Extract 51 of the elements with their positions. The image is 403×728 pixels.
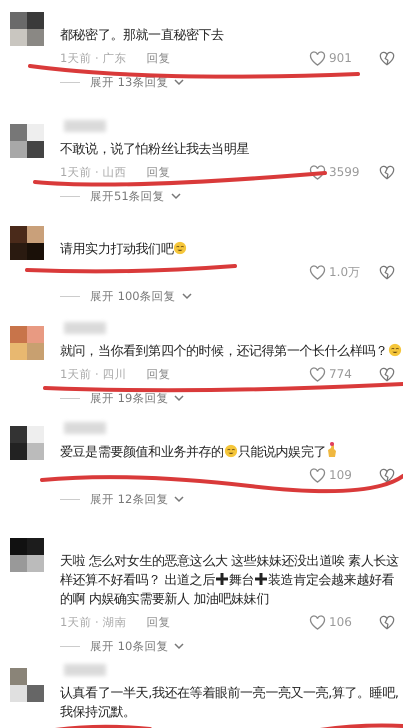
- expand-replies-link[interactable]: 展开 100条回复: [90, 289, 176, 304]
- expand-replies-link[interactable]: 展开51条回复: [90, 189, 165, 204]
- heart-icon[interactable]: [309, 164, 326, 180]
- heart-icon[interactable]: [309, 468, 326, 482]
- like-count: 901: [329, 51, 352, 65]
- emoji-icon: [388, 343, 402, 357]
- expand-replies-link[interactable]: 展开 13条回复: [90, 75, 168, 90]
- plus-icon: [214, 572, 229, 586]
- comment-text: 爱豆是需要颜值和业务并存的 只能说内娱完了: [60, 442, 403, 462]
- heart-icon[interactable]: [309, 366, 326, 382]
- comment-text: 都秘密了。那就一直秘密下去: [60, 27, 225, 45]
- heart-icon[interactable]: [309, 264, 326, 280]
- comment-meta: 1天前 · 四川: [60, 366, 126, 382]
- chevron-down-icon: [182, 293, 192, 300]
- like-count: 774: [329, 367, 352, 381]
- broken-heart-icon[interactable]: [379, 264, 395, 280]
- like-count: 106: [329, 615, 352, 629]
- expand-replies-link[interactable]: 展开 12条回复: [90, 492, 168, 507]
- chevron-down-icon: [174, 643, 184, 650]
- comment-text: 不敢说，说了怕粉丝让我去当明星: [60, 141, 250, 159]
- comment-meta: 1天前 · 广东: [60, 50, 126, 66]
- chevron-down-icon: [174, 79, 184, 86]
- plus-icon: [254, 572, 268, 586]
- comment-meta: 1天前 · 山西: [60, 164, 126, 180]
- comment-text: 天啦 怎么对女生的恶意这么大 这些妹妹还没出道唉 素人长这样还算不好看吗？ 出道之后 舞台 装造肯定会越来越好看的啊 内娱确实需要新人 加油吧妹妹们: [60, 553, 400, 609]
- hand-icon: [326, 442, 338, 458]
- like-count: 3599: [329, 165, 360, 179]
- like-count: 109: [329, 468, 352, 482]
- broken-heart-icon[interactable]: [379, 468, 395, 482]
- expand-replies-link[interactable]: 展开 10条回复: [90, 639, 168, 654]
- heart-icon[interactable]: [309, 614, 326, 630]
- reply-link[interactable]: 回复: [146, 50, 170, 66]
- comment-meta: 1天前 · 湖南: [60, 614, 126, 630]
- chevron-down-icon: [170, 193, 181, 200]
- comment-text: 就问，当你看到第四个的时候，还记得第一个长什么样吗？: [60, 342, 403, 361]
- reply-link[interactable]: 回复: [146, 614, 170, 630]
- reply-link[interactable]: 回复: [146, 164, 170, 180]
- like-count: 1.0万: [329, 264, 360, 280]
- broken-heart-icon[interactable]: [379, 366, 395, 382]
- chevron-down-icon: [174, 395, 184, 402]
- broken-heart-icon[interactable]: [379, 50, 395, 66]
- comment-text: 认真看了一半天,我还在等着眼前一亮一亮又一亮,算了。睡吧,我保持沉默。: [60, 685, 400, 722]
- chevron-down-icon: [174, 496, 184, 503]
- heart-icon[interactable]: [309, 50, 326, 66]
- emoji-icon: [224, 444, 238, 458]
- expand-replies-link[interactable]: 展开 19条回复: [90, 391, 168, 406]
- emoji-icon: [173, 241, 188, 255]
- comment-text: 请用实力打动我们吧: [60, 240, 403, 259]
- reply-link[interactable]: 回复: [146, 366, 170, 382]
- broken-heart-icon[interactable]: [379, 164, 395, 180]
- broken-heart-icon[interactable]: [379, 614, 395, 630]
